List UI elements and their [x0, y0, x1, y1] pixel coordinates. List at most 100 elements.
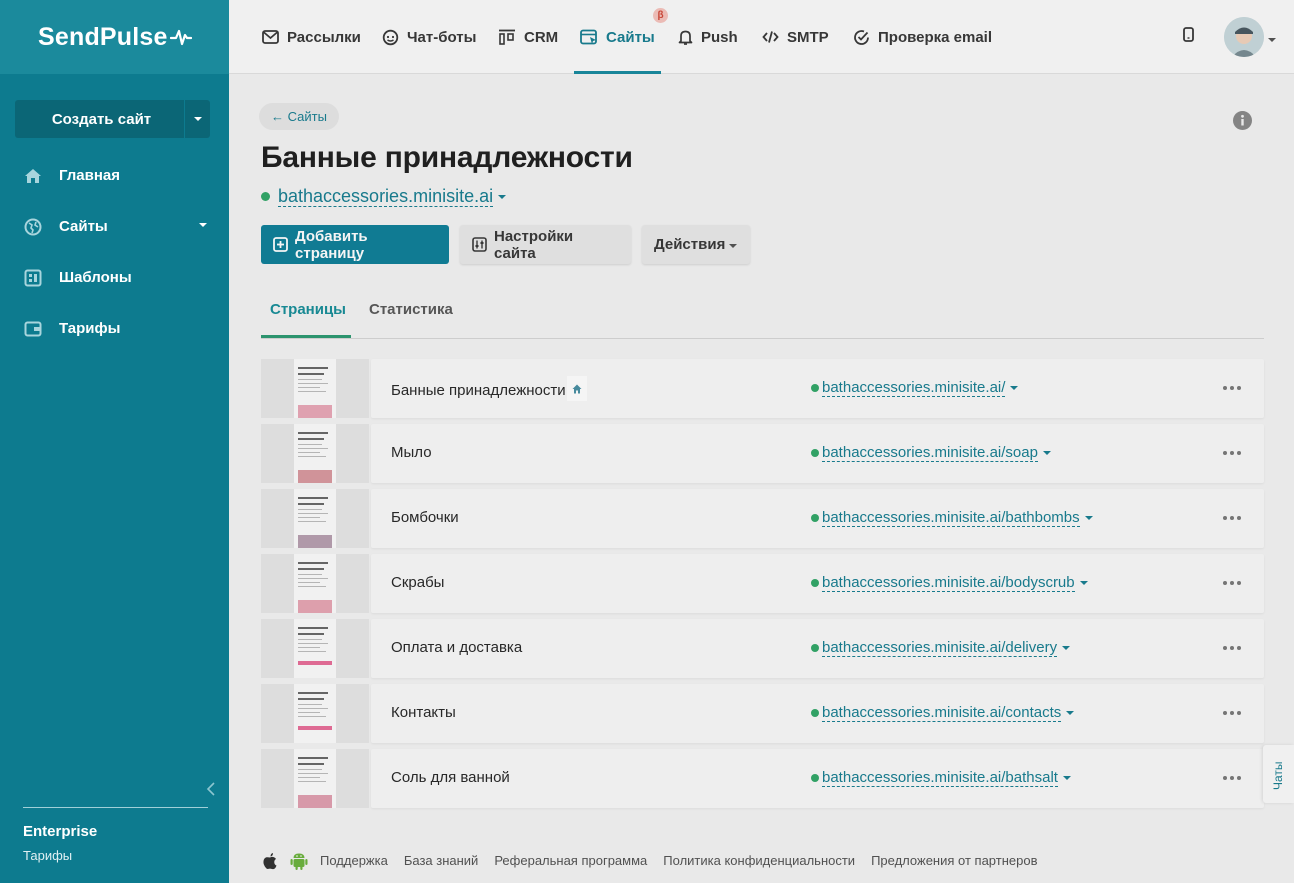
- more-options-icon[interactable]: [1223, 711, 1241, 715]
- page-row[interactable]: Скрабы bathaccessories.minisite.ai/bodysc…: [261, 554, 1264, 613]
- page-name[interactable]: Мыло: [391, 444, 432, 461]
- info-button[interactable]: [1233, 111, 1252, 135]
- thumbnail-line: [298, 438, 324, 440]
- sendpulse-logo[interactable]: SendPulse: [38, 23, 192, 52]
- topnav-item-mailings[interactable]: Рассылки: [262, 0, 361, 74]
- sidebar-item-templates[interactable]: Шаблоны: [0, 252, 229, 303]
- footer-link-partners[interactable]: Предложения от партнеров: [871, 853, 1037, 868]
- sidebar: SendPulse Создать сайт Главная Сайты Шаб…: [0, 0, 229, 883]
- page-url[interactable]: bathaccessories.minisite.ai/bathsalt: [811, 769, 1071, 787]
- more-options-icon[interactable]: [1223, 516, 1241, 520]
- chevron-down-icon[interactable]: [1010, 386, 1019, 390]
- site-domain[interactable]: bathaccessories.minisite.ai: [261, 186, 507, 207]
- page-row[interactable]: Контакты bathaccessories.minisite.ai/cont…: [261, 684, 1264, 743]
- site-settings-button[interactable]: Настройки сайта: [460, 225, 631, 264]
- footer-link-knowledge-base[interactable]: База знаний: [404, 853, 479, 868]
- chats-tab[interactable]: Чаты: [1263, 745, 1294, 803]
- page-thumbnail[interactable]: [261, 359, 369, 418]
- site-domain-link[interactable]: bathaccessories.minisite.ai: [278, 186, 494, 207]
- page-url[interactable]: bathaccessories.minisite.ai/bodyscrub: [811, 574, 1088, 592]
- page-name[interactable]: Скрабы: [391, 574, 444, 591]
- topnav-item-smtp[interactable]: SMTP: [762, 0, 829, 74]
- thumbnail-line: [298, 456, 326, 457]
- footer-link-referral[interactable]: Реферальная программа: [494, 853, 647, 868]
- pulse-icon: [169, 29, 192, 46]
- more-options-icon[interactable]: [1223, 451, 1241, 455]
- topnav-item-chatbots[interactable]: Чат-боты: [382, 0, 476, 74]
- topnav-item-push[interactable]: Push: [678, 0, 738, 74]
- thumbnail-sheet: [294, 684, 336, 743]
- page-thumbnail[interactable]: [261, 684, 369, 743]
- page-thumbnail[interactable]: [261, 619, 369, 678]
- page-thumbnail[interactable]: [261, 554, 369, 613]
- apple-icon[interactable]: [262, 852, 278, 870]
- topnav-item-crm[interactable]: CRM: [498, 0, 558, 74]
- page-row[interactable]: Бомбочки bathaccessories.minisite.ai/bath…: [261, 489, 1264, 548]
- page-thumbnail[interactable]: [261, 749, 369, 808]
- chevron-down-icon[interactable]: [1066, 711, 1075, 715]
- more-dot: [1223, 581, 1227, 585]
- topnav-item-sites[interactable]: Сайты: [580, 0, 655, 74]
- sidebar-item-sites[interactable]: Сайты: [0, 201, 229, 252]
- page-url-link[interactable]: bathaccessories.minisite.ai/bodyscrub: [822, 574, 1075, 592]
- template-icon: [24, 269, 42, 287]
- sidebar-item-home[interactable]: Главная: [0, 150, 229, 201]
- page-thumbnail[interactable]: [261, 489, 369, 548]
- thumbnail-image: [298, 470, 332, 483]
- mobile-app-button[interactable]: [1183, 27, 1194, 47]
- page-url-link[interactable]: bathaccessories.minisite.ai/bathsalt: [822, 769, 1058, 787]
- more-options-icon[interactable]: [1223, 386, 1241, 390]
- footer-link-support[interactable]: Поддержка: [320, 853, 388, 868]
- page-url[interactable]: bathaccessories.minisite.ai/: [811, 379, 1019, 397]
- page-url-link[interactable]: bathaccessories.minisite.ai/bathbombs: [822, 509, 1080, 527]
- chevron-down-icon[interactable]: [1079, 581, 1088, 585]
- page-name[interactable]: Бомбочки: [391, 509, 459, 526]
- status-dot: [811, 514, 819, 522]
- page-url-link[interactable]: bathaccessories.minisite.ai/: [822, 379, 1006, 397]
- actions-dropdown[interactable]: Действия: [642, 225, 750, 264]
- collapse-sidebar-button[interactable]: [206, 782, 216, 801]
- thumbnail-line: [298, 574, 322, 575]
- chevron-down-icon[interactable]: [1062, 776, 1071, 780]
- page-row[interactable]: Банные принадлежности bathaccessories.min…: [261, 359, 1264, 418]
- tab-pages[interactable]: Страницы: [270, 301, 346, 318]
- more-options-icon[interactable]: [1223, 581, 1241, 585]
- page-name[interactable]: Контакты: [391, 704, 456, 721]
- chevron-down-icon[interactable]: [1062, 646, 1071, 650]
- footer-link-privacy[interactable]: Политика конфиденциальности: [663, 853, 855, 868]
- add-page-button[interactable]: Добавить страницу: [261, 225, 449, 264]
- tab-statistics[interactable]: Статистика: [369, 301, 453, 318]
- back-to-sites-link[interactable]: ← Сайты: [259, 103, 339, 130]
- page-name[interactable]: Оплата и доставка: [391, 639, 522, 656]
- page-name-label: Оплата и доставка: [391, 639, 523, 656]
- page-url-link[interactable]: bathaccessories.minisite.ai/contacts: [822, 704, 1062, 722]
- page-row[interactable]: Мыло bathaccessories.minisite.ai/soap: [261, 424, 1264, 483]
- chevron-down-icon[interactable]: [1084, 516, 1093, 520]
- plan-pricing-link[interactable]: Тарифы: [23, 848, 72, 863]
- page-url-link[interactable]: bathaccessories.minisite.ai/delivery: [822, 639, 1058, 657]
- page-row[interactable]: Оплата и доставка bathaccessories.minisit…: [261, 619, 1264, 678]
- chevron-down-icon[interactable]: [1268, 38, 1276, 42]
- more-options-icon[interactable]: [1223, 646, 1241, 650]
- page-url-link[interactable]: bathaccessories.minisite.ai/soap: [822, 444, 1038, 462]
- more-options-icon[interactable]: [1223, 776, 1241, 780]
- home-page-icon: [566, 376, 587, 401]
- thumbnail-sheet: [294, 619, 336, 678]
- page-url[interactable]: bathaccessories.minisite.ai/contacts: [811, 704, 1075, 722]
- sidebar-item-pricing[interactable]: Тарифы: [0, 303, 229, 354]
- page-thumbnail[interactable]: [261, 424, 369, 483]
- page-name[interactable]: Соль для ванной: [391, 769, 510, 786]
- page-row[interactable]: Соль для ванной bathaccessories.minisite.…: [261, 749, 1264, 808]
- page-url[interactable]: bathaccessories.minisite.ai/soap: [811, 444, 1051, 462]
- topnav-item-email-verify[interactable]: Проверка email: [853, 0, 992, 74]
- page-url[interactable]: bathaccessories.minisite.ai/bathbombs: [811, 509, 1093, 527]
- create-site-button[interactable]: Создать сайт: [15, 100, 210, 138]
- chevron-down-icon[interactable]: [498, 194, 507, 199]
- create-site-dropdown[interactable]: [184, 100, 210, 138]
- thumbnail-line: [298, 763, 324, 765]
- page-name[interactable]: Банные принадлежности: [391, 376, 587, 401]
- chevron-down-icon[interactable]: [1042, 451, 1051, 455]
- android-icon[interactable]: [290, 851, 308, 870]
- page-url[interactable]: bathaccessories.minisite.ai/delivery: [811, 639, 1071, 657]
- user-avatar[interactable]: [1224, 17, 1264, 57]
